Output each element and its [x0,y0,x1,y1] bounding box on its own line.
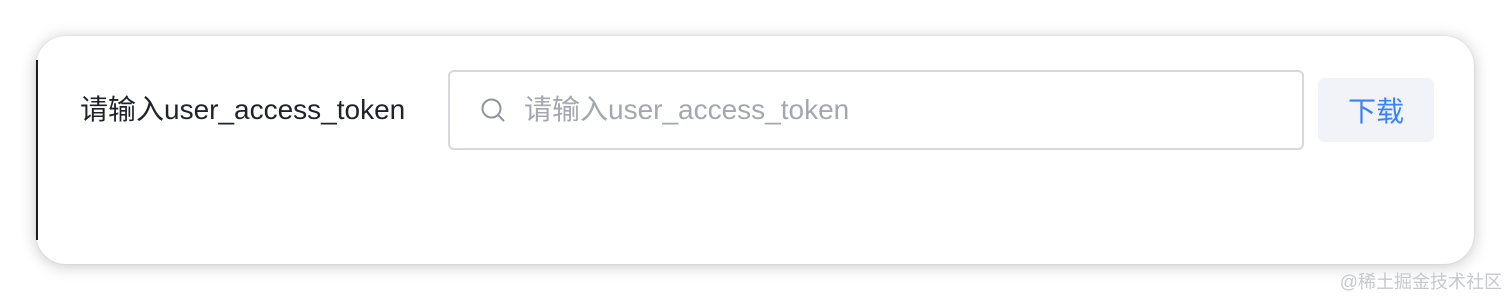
page: 请输入user_access_token 下载 @稀土掘金技术社区 [0,0,1510,300]
token-download-card: 请输入user_access_token 下载 [36,36,1474,264]
token-input-wrapper[interactable] [448,70,1304,150]
watermark-text: @稀土掘金技术社区 [1339,272,1502,292]
token-field-label: 请输入user_access_token [80,94,406,125]
token-input[interactable] [524,90,1302,130]
search-icon [481,98,505,122]
card-left-border [36,60,38,240]
download-button[interactable]: 下载 [1318,78,1434,142]
